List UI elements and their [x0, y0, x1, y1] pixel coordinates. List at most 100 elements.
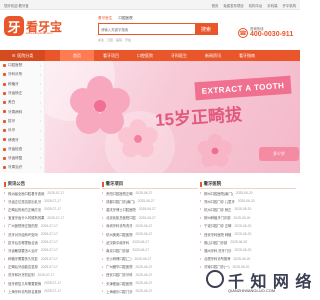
- list-item[interactable]: • 冠牙修复几年需要更换 2025-07-17: [4, 279, 100, 287]
- sidebar-item[interactable]: 牙齿修复 ›: [0, 154, 44, 163]
- nav-item-news[interactable]: 新闻资讯: [196, 50, 230, 61]
- list-item-date: 2025-07-17: [44, 289, 61, 294]
- list-item[interactable]: • 南京口腔门诊部 2025-06-27: [102, 246, 198, 254]
- list-item[interactable]: • 长沙拜博口腔(二) 2025-06-27: [102, 255, 198, 263]
- sidebar-item[interactable]: 种植牙 ›: [0, 80, 44, 89]
- list-item[interactable]: • 拔牙后去哪里饭合适 2025-07-17: [4, 238, 100, 246]
- list-item[interactable]: • 合肥牙科诊所推荐 2025-06-20: [200, 255, 296, 263]
- search-input[interactable]: [101, 26, 193, 33]
- list-item[interactable]: • 杭州口腔门诊 矫正 2025-06-20: [200, 205, 296, 213]
- top-link-platform[interactable]: 机构平台: [249, 3, 263, 8]
- hot-word[interactable]: 关注: [98, 38, 104, 42]
- list-item[interactable]: • 正畸后牙齿能否复原 2025-07-17: [4, 263, 100, 271]
- cherry-blossom-icon: [197, 133, 233, 167]
- list-item-date: 2025-07-17: [40, 264, 58, 269]
- sidebar-item[interactable]: 口腔医院 ›: [0, 61, 44, 70]
- list-item[interactable]: • 杭州美奥口腔医院 2025-06-27: [102, 230, 198, 238]
- list-item-text: 长沙拜博口腔(二): [106, 257, 132, 262]
- sidebar-item[interactable]: 牙齿检查 ›: [0, 145, 44, 154]
- list-item[interactable]: • 北京民航总医院口腔 2025-06-27: [102, 214, 198, 222]
- list-item[interactable]: • 柳州种植牙门诊部 2025-06-20: [200, 214, 296, 222]
- list-item[interactable]: • 洗牙和补牙的区别 2025-07-17: [4, 271, 100, 279]
- category-label: 医院分类: [17, 52, 34, 58]
- list-item[interactable]: • 深圳牙科诊所洗牙 2025-06-27: [102, 222, 198, 230]
- sidebar-item[interactable]: 牙周治疗 ›: [0, 163, 44, 172]
- phone-icon: ☎: [238, 28, 248, 38]
- site-logo[interactable]: 牙 看牙宝 www.kanyabao.com: [4, 16, 64, 38]
- list-item[interactable]: • 天津爱齿口腔医院 2025-06-27: [102, 279, 198, 287]
- list-item-date: 2025-07-17: [47, 215, 65, 220]
- sidebar-item[interactable]: 牙科诊所 ›: [0, 70, 44, 79]
- list-item-date: 2025-06-20: [234, 232, 252, 237]
- list-item[interactable]: • 西安牙科医院 种植 2025-06-20: [200, 230, 296, 238]
- title-accent: [4, 181, 6, 187]
- sidebar-item[interactable]: 烤瓷牙 ›: [0, 135, 44, 144]
- list-item-date: 2025-07-17: [40, 256, 58, 261]
- list-item[interactable]: • 柳州口腔医院(南门) 2025-06-20: [200, 189, 296, 197]
- list-item[interactable]: • 牙齿敏感要怎么治疗 2025-07-17: [4, 246, 100, 254]
- list-item[interactable]: • 洗牙对牙齿有坏处吗 2025-07-17: [4, 230, 100, 238]
- main-nav: ☰ 医院分类 首页 看牙项目 口腔医院 牙科医生 新闻资讯 看牙指南: [0, 50, 300, 61]
- list-item[interactable]: • 广州穗华口腔医院 2025-06-27: [102, 263, 198, 271]
- nav-item-hospitals[interactable]: 口腔医院: [128, 50, 162, 61]
- list-item[interactable]: • 株洲最全面口腔看牙费用 2025-07-17: [4, 189, 100, 197]
- nav-item-projects[interactable]: 看牙项目: [94, 50, 128, 61]
- sidebar-item-label: 牙齿矫正: [8, 91, 23, 96]
- list-item[interactable]: • 重庆牙博士口腔医院 2025-06-27: [102, 205, 198, 213]
- hot-word[interactable]: 医院: [116, 38, 122, 42]
- list-item[interactable]: • 宁波口腔门诊 正畸 2025-06-20: [200, 222, 296, 230]
- search-tab-doctor[interactable]: 看牙医生: [98, 16, 112, 21]
- bullet-icon: •: [102, 272, 104, 277]
- news-column: 资讯公告 • 株洲最全面口腔看牙费用 2025-07-17 • 牙齿正位是否拔出乳牙 20…: [4, 180, 100, 300]
- sidebar-item[interactable]: 牙周病科 ›: [0, 107, 44, 116]
- list-item-text: 上海牙科诊所排名推荐: [8, 289, 42, 294]
- banner-headline: 15岁正畸拔: [154, 104, 243, 131]
- list-item[interactable]: • 武汉新中南牙科 2025-06-27: [102, 238, 198, 246]
- top-link-home[interactable]: 首页: [212, 3, 219, 8]
- hot-word[interactable]: 口腔: [107, 38, 113, 42]
- chevron-right-icon: ›: [39, 165, 41, 170]
- list-item[interactable]: • 宝宝牙齿什么时候有效果 2025-07-17: [4, 214, 100, 222]
- list-item[interactable]: • 上海牙科诊所排名推荐 2025-07-17: [4, 287, 100, 295]
- list-item-text: 株洲最全面口腔看牙费用: [8, 191, 45, 196]
- top-link-mobile[interactable]: 手机端: [267, 3, 277, 8]
- projects-column: 看牙项目 • 贵阳口腔医院正畸 2025-06-27 • 成都口腔门诊(南门) 2025-…: [102, 180, 198, 300]
- list-item[interactable]: • 正畸后的地方正确方法 2025-07-17: [4, 205, 100, 213]
- list-item-text: 佛山口腔门诊部: [204, 240, 228, 245]
- list-item[interactable]: • 种植牙需要多久恢复 2025-07-17: [4, 255, 100, 263]
- list-item[interactable]: • 福州牙科 洗牙门诊 2025-06-20: [200, 246, 296, 254]
- list-item[interactable]: • 广州医院矫正指的是 2025-07-17: [4, 222, 100, 230]
- list-item[interactable]: • 佛山口腔门诊部 2025-06-20: [200, 238, 296, 246]
- list-item-text: 柳州种植牙门诊部: [204, 216, 231, 221]
- list-item-date: 2025-06-20: [233, 256, 251, 261]
- sidebar-item-label: 牙科诊所: [8, 72, 23, 77]
- bullet-icon: •: [200, 256, 202, 261]
- list-item-date: 2025-07-17: [40, 240, 58, 245]
- search-button[interactable]: 搜索: [195, 24, 217, 34]
- category-menu-button[interactable]: ☰ 医院分类: [0, 50, 45, 61]
- sidebar-item[interactable]: 牙齿矫正 ›: [0, 89, 44, 98]
- sidebar-item[interactable]: 补牙 ›: [0, 126, 44, 135]
- list-item[interactable]: • 贵阳口腔医院正畸 2025-06-27: [102, 189, 198, 197]
- search-tab-hospital[interactable]: 口腔医院: [118, 16, 132, 21]
- list-item[interactable]: • 上海维乐口腔门诊 2025-06-27: [102, 287, 198, 295]
- hot-word[interactable]: 牙齿: [125, 38, 131, 42]
- chevron-right-icon: ›: [39, 91, 41, 96]
- hero-banner[interactable]: EXTRACT A TOOTH 15岁正畸拔 多少岁: [45, 61, 300, 173]
- list-item[interactable]: • 西安口腔门诊牙科 2025-06-27: [102, 271, 198, 279]
- nav-item-doctors[interactable]: 牙科医生: [162, 50, 196, 61]
- sidebar-item[interactable]: 拔牙 ›: [0, 117, 44, 126]
- list-item[interactable]: • 牙齿正位是否拔出乳牙 2025-07-17: [4, 197, 100, 205]
- nav-item-home[interactable]: 首页: [60, 50, 94, 61]
- list-item[interactable]: • 郑州口腔门诊 儿童牙 2025-06-20: [200, 197, 296, 205]
- bullet-icon: •: [4, 223, 6, 228]
- top-link-publish[interactable]: 免费发布项目: [223, 3, 243, 8]
- list-item[interactable]: • 成都口腔门诊(南门) 2025-06-27: [102, 197, 198, 205]
- nav-item-guide[interactable]: 看牙指南: [230, 50, 264, 61]
- list-item-date: 2025-07-17: [44, 207, 61, 212]
- top-link-join[interactable]: 开平机构: [282, 3, 296, 8]
- bullet-icon: •: [102, 256, 104, 261]
- nav-items: 首页 看牙项目 口腔医院 牙科医生 新闻资讯 看牙指南: [60, 50, 264, 61]
- bullet-icon: •: [102, 199, 104, 204]
- sidebar-item[interactable]: 美白 ›: [0, 98, 44, 107]
